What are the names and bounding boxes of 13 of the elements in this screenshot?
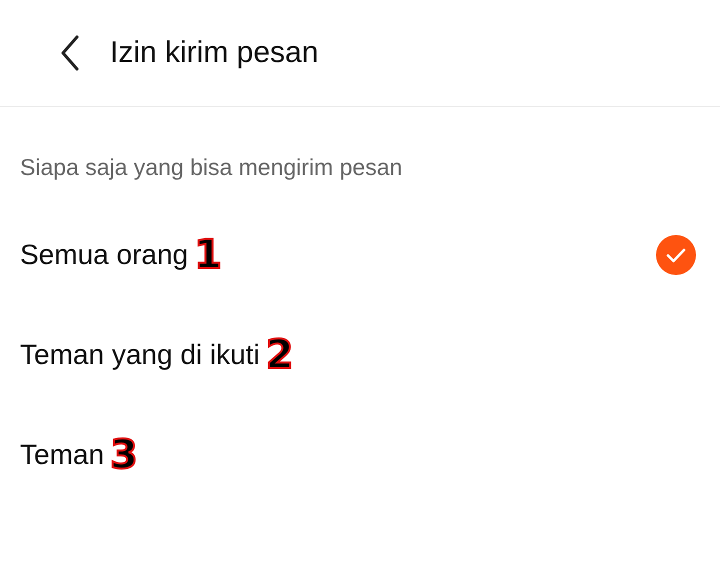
check-icon (656, 235, 696, 275)
annotation-number: 1 (194, 233, 222, 277)
option-row[interactable]: Semua orang 1 (0, 205, 720, 305)
option-label: Teman yang di ikuti (20, 339, 260, 371)
annotation-number: 2 (266, 333, 294, 377)
option-row[interactable]: Teman yang di ikuti 2 (0, 305, 720, 405)
section-label: Siapa saja yang bisa mengirim pesan (20, 154, 402, 180)
annotation-number: 3 (110, 433, 138, 477)
option-row[interactable]: Teman 3 (0, 405, 720, 505)
option-label: Semua orang (20, 239, 188, 271)
page-title: Izin kirim pesan (110, 36, 318, 70)
option-label: Teman (20, 439, 104, 471)
back-icon (60, 35, 80, 71)
